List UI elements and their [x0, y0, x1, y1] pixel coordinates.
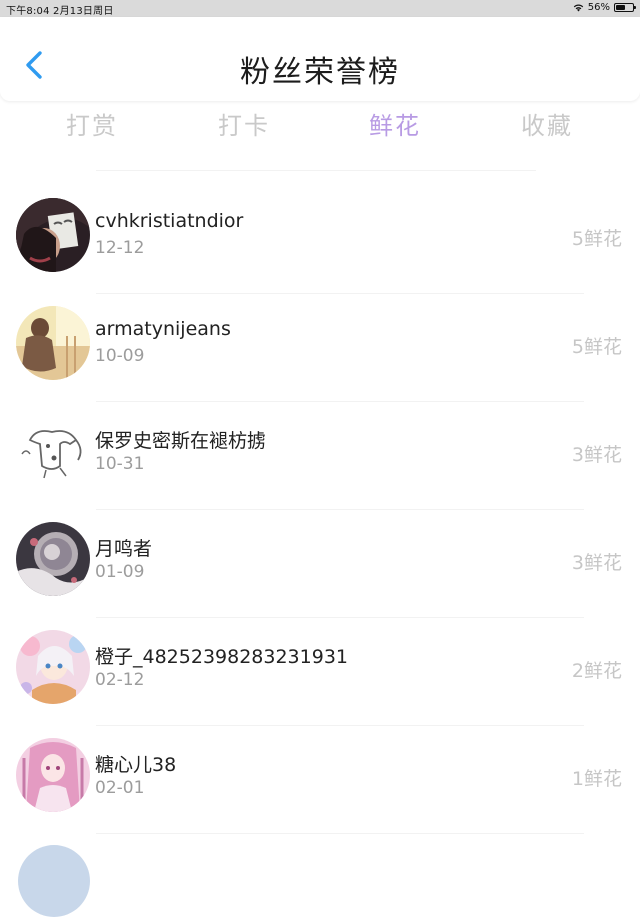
fan-date: 10-31	[95, 454, 145, 474]
avatar	[16, 306, 90, 380]
fan-name: armatynijeans	[95, 318, 231, 340]
flower-count: 5鲜花	[571, 336, 622, 358]
avatar	[16, 522, 90, 596]
flower-count: 3鲜花	[571, 444, 622, 466]
flower-count: 2鲜花	[571, 660, 622, 682]
avatar	[16, 414, 90, 488]
fan-name: 月鸣者	[95, 538, 153, 560]
list-item[interactable]: 保罗史密斯在褪枋掳 10-31 3鲜花	[0, 402, 640, 510]
flower-count: 1鲜花	[571, 768, 622, 790]
fan-date: 02-01	[95, 778, 145, 798]
battery-icon	[614, 3, 636, 12]
list-item[interactable]: cvhkristiatndior 12-12 5鲜花	[0, 186, 640, 294]
status-bar: 下午8:04 2月13日周日 56%	[0, 0, 640, 17]
fan-date: 01-09	[95, 562, 145, 582]
fan-date: 02-12	[95, 670, 145, 690]
fan-name: 橙子_48252398283231931	[95, 646, 349, 668]
wifi-icon	[573, 4, 583, 12]
fan-name: 保罗史密斯在褪枋掳	[95, 430, 267, 452]
tab-favorites[interactable]: 收藏	[487, 106, 607, 141]
avatar	[16, 738, 90, 812]
tab-reward[interactable]: 打赏	[32, 106, 152, 141]
tab-flowers[interactable]: 鲜花	[335, 106, 455, 141]
list-item[interactable]: 糖心儿38 02-01 1鲜花	[0, 726, 640, 834]
divider	[96, 170, 536, 171]
avatar	[18, 845, 90, 917]
flower-count: 3鲜花	[571, 552, 622, 574]
page-title: 粉丝荣誉榜	[240, 55, 400, 90]
tab-checkin[interactable]: 打卡	[184, 106, 304, 141]
tab-bar: 打赏 打卡 鲜花 收藏	[0, 106, 640, 146]
row-divider	[96, 833, 584, 834]
fan-name: 糖心儿38	[95, 754, 177, 776]
list-item[interactable]: 橙子_48252398283231931 02-12 2鲜花	[0, 618, 640, 726]
flower-count: 5鲜花	[571, 228, 622, 250]
fan-date: 12-12	[95, 238, 145, 258]
status-time-date: 下午8:04 2月13日周日	[6, 6, 114, 17]
avatar	[16, 630, 90, 704]
fan-name: cvhkristiatndior	[95, 210, 244, 232]
status-indicators: 56%	[573, 2, 636, 13]
battery-percent: 56%	[587, 2, 610, 13]
battery-level	[616, 5, 625, 10]
list-item[interactable]: 月鸣者 01-09 3鲜花	[0, 510, 640, 618]
avatar	[16, 198, 90, 272]
fan-date: 10-09	[95, 346, 145, 366]
nav-header: 粉丝荣誉榜	[0, 17, 640, 101]
list-item[interactable]: armatynijeans 10-09 5鲜花	[0, 294, 640, 402]
